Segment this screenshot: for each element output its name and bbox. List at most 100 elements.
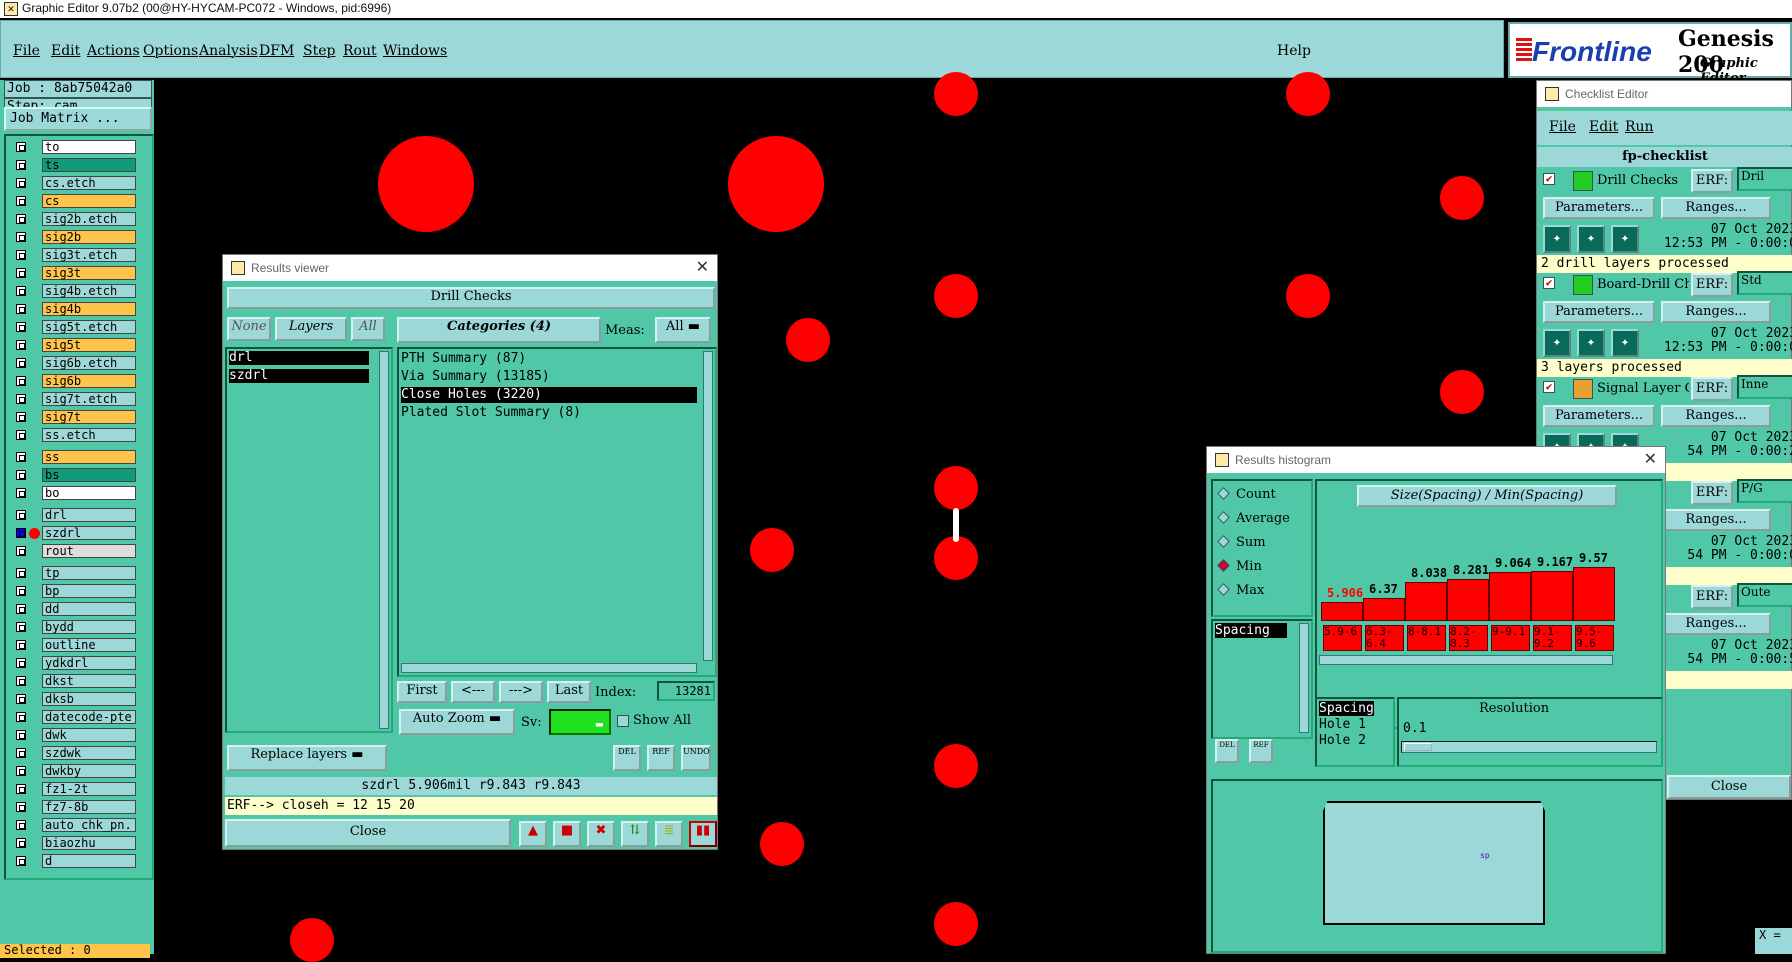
layer-name[interactable]: ydkdrl <box>42 656 136 670</box>
layer-checkbox[interactable] <box>16 268 26 278</box>
layer-checkbox[interactable] <box>16 658 26 668</box>
layer-name[interactable]: sig5t.etch <box>42 320 136 334</box>
layer-name[interactable]: sig2b.etch <box>42 212 136 226</box>
erf-value[interactable]: Std <box>1737 271 1792 295</box>
layer-checkbox[interactable] <box>16 766 26 776</box>
horizontal-scrollbar[interactable] <box>401 663 697 673</box>
layer-checkbox[interactable] <box>16 286 26 296</box>
hole-list-item[interactable]: Hole 1 <box>1319 717 1366 732</box>
layer-name[interactable]: d <box>42 854 136 868</box>
layer-name[interactable]: bp <box>42 584 136 598</box>
run-all-icon[interactable]: ✦ <box>1577 225 1605 253</box>
erf-value[interactable]: P/G <box>1737 479 1792 503</box>
category-item[interactable]: PTH Summary (87) <box>401 351 526 367</box>
layer-row-outline[interactable]: outline <box>12 638 136 652</box>
layer-name[interactable]: rout <box>42 544 136 558</box>
replace-layers-select[interactable]: Replace layers ▬ <box>227 745 387 771</box>
layer-checkbox[interactable] <box>16 712 26 722</box>
layer-name[interactable]: sig4b.etch <box>42 284 136 298</box>
erf-button[interactable]: ERF: <box>1691 273 1733 297</box>
layer-row-bs[interactable]: bs <box>12 468 136 482</box>
layer-checkbox[interactable] <box>16 214 26 224</box>
layer-name[interactable]: auto_chk_pn. <box>42 818 136 832</box>
check-enabled-checkbox[interactable]: ✔ <box>1543 277 1555 289</box>
erf-button[interactable]: ERF: <box>1691 481 1733 505</box>
result-layer-item[interactable]: drl <box>229 351 369 365</box>
layer-name[interactable]: cs <box>42 194 136 208</box>
layer-row-dd[interactable]: dd <box>12 602 136 616</box>
prev-button[interactable]: <--- <box>451 681 495 703</box>
parameters-button[interactable]: Parameters... <box>1543 405 1655 427</box>
hole-list-item[interactable]: Spacing <box>1319 701 1374 716</box>
layer-name[interactable]: sig7t <box>42 410 136 424</box>
layer-row-dwk[interactable]: dwk <box>12 728 136 742</box>
layer-checkbox[interactable] <box>16 412 26 422</box>
histogram-bar[interactable] <box>1531 570 1573 621</box>
layer-checkbox[interactable] <box>16 838 26 848</box>
layer-checkbox[interactable] <box>16 394 26 404</box>
categories-button[interactable]: Categories (4) <box>397 317 601 343</box>
del-icon[interactable]: DEL <box>1215 739 1239 763</box>
histogram-bar[interactable] <box>1573 567 1615 621</box>
layer-row-sig5t-etch[interactable]: sig5t.etch <box>12 320 136 334</box>
layer-checkbox[interactable] <box>16 510 26 520</box>
mode-radio-min[interactable]: Min <box>1217 559 1262 577</box>
layer-checkbox[interactable] <box>16 322 26 332</box>
index-input[interactable]: 13281 <box>657 681 715 701</box>
erf-button[interactable]: ERF: <box>1691 169 1733 193</box>
menu-file[interactable]: File <box>13 43 40 59</box>
filter-layers-button[interactable]: Layers <box>275 317 347 341</box>
vertical-scrollbar[interactable] <box>379 351 389 729</box>
layer-checkbox[interactable] <box>16 604 26 614</box>
layer-name[interactable]: sig2b <box>42 230 136 244</box>
layer-checkbox[interactable] <box>16 250 26 260</box>
layer-name[interactable]: sig5t <box>42 338 136 352</box>
result-layer-item[interactable]: szdrl <box>229 369 369 383</box>
category-item[interactable]: Via Summary (13185) <box>401 369 550 385</box>
ranges-button[interactable]: Ranges... <box>1661 509 1771 531</box>
ref-icon[interactable]: REF <box>647 745 675 771</box>
layer-row-sig2b-etch[interactable]: sig2b.etch <box>12 212 136 226</box>
layer-name[interactable]: to <box>42 140 136 154</box>
layer-row-bp[interactable]: bp <box>12 584 136 598</box>
layer-row-sig4b[interactable]: sig4b <box>12 302 136 316</box>
layer-checkbox[interactable] <box>16 196 26 206</box>
parameters-button[interactable]: Parameters... <box>1543 197 1655 219</box>
ranges-button[interactable]: Ranges... <box>1661 301 1771 323</box>
layer-name[interactable]: szdrl <box>42 526 136 540</box>
mode-radio-count[interactable]: Count <box>1217 487 1276 505</box>
layer-checkbox[interactable] <box>16 358 26 368</box>
sv-color-select[interactable]: ▬ <box>549 709 611 735</box>
ranges-button[interactable]: Ranges... <box>1661 197 1771 219</box>
check-name[interactable]: Drill Checks <box>1597 173 1689 188</box>
layer-checkbox[interactable] <box>16 304 26 314</box>
layer-row-to[interactable]: to <box>12 140 136 154</box>
parameters-button[interactable]: Parameters... <box>1543 301 1655 323</box>
compare-icon[interactable]: ⇅ <box>621 821 649 847</box>
layer-name[interactable]: tp <box>42 566 136 580</box>
filter-all-button[interactable]: All <box>351 317 385 341</box>
layer-row-d[interactable]: d <box>12 854 136 868</box>
layer-name[interactable]: sig6b <box>42 374 136 388</box>
layer-checkbox[interactable] <box>16 160 26 170</box>
check-name[interactable]: Board-Drill Che <box>1597 277 1689 292</box>
checklist-menu-edit[interactable]: Edit <box>1589 119 1618 135</box>
checklist-menu-file[interactable]: File <box>1549 119 1576 135</box>
layer-name[interactable]: szdwk <box>42 746 136 760</box>
layer-checkbox[interactable] <box>16 820 26 830</box>
layer-row-sig6b-etch[interactable]: sig6b.etch <box>12 356 136 370</box>
vertical-scrollbar[interactable] <box>703 351 713 661</box>
ref-icon[interactable]: REF <box>1249 739 1273 763</box>
histogram-bar[interactable] <box>1363 597 1405 621</box>
menu-step[interactable]: Step <box>303 43 335 59</box>
layer-checkbox[interactable] <box>16 470 26 480</box>
layer-name[interactable]: ss <box>42 450 136 464</box>
layer-checkbox[interactable] <box>16 430 26 440</box>
check-enabled-checkbox[interactable]: ✔ <box>1543 173 1555 185</box>
layer-row-sig2b[interactable]: sig2b <box>12 230 136 244</box>
layer-checkbox[interactable] <box>16 232 26 242</box>
layer-name[interactable]: sig6b.etch <box>42 356 136 370</box>
layer-row-sig4b-etch[interactable]: sig4b.etch <box>12 284 136 298</box>
layer-name[interactable]: cs.etch <box>42 176 136 190</box>
close-icon[interactable]: ✕ <box>696 255 709 281</box>
